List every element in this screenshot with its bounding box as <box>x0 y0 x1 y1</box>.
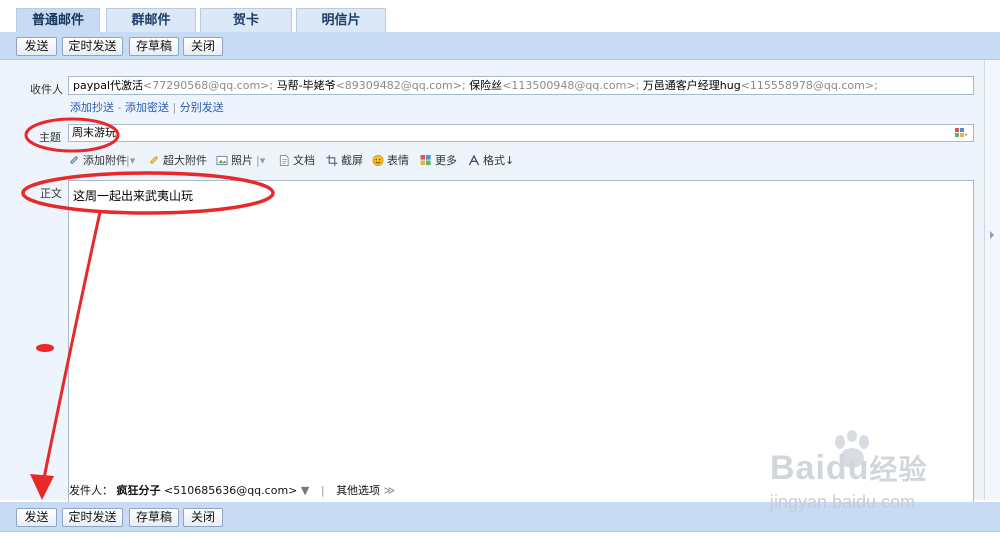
top-toolbar: 发送 定时发送 存草稿 关闭 <box>0 32 1000 60</box>
add-attachment-label: 添加附件 <box>83 154 127 167</box>
tab-group-mail[interactable]: 群邮件 <box>106 8 196 32</box>
photo-button[interactable]: 照片 <box>216 152 253 170</box>
more-button[interactable]: 更多 <box>420 152 457 170</box>
add-cc-link[interactable]: 添加抄送 <box>70 101 114 114</box>
screenshot-icon <box>326 155 338 166</box>
scheduled-send-button[interactable]: 定时发送 <box>62 508 123 527</box>
subject-label: 主题 <box>39 131 61 144</box>
body-text: 这周一起出来武夷山玩 <box>73 189 194 203</box>
recipient-email: <89309482@qq.com>; <box>335 79 466 92</box>
emoji-label: 表情 <box>387 154 409 167</box>
tab-normal-mail[interactable]: 普通邮件 <box>16 8 100 32</box>
recipient-name: 马帮-毕姥爷 <box>276 79 336 92</box>
sender-label: 发件人： <box>69 484 113 497</box>
recipients-label: 收件人 <box>30 83 63 96</box>
emoji-button[interactable]: 表情 <box>372 152 409 170</box>
recipient-email: <115558978@qq.com>; <box>740 79 878 92</box>
smiley-icon <box>372 155 384 166</box>
send-button[interactable]: 发送 <box>16 37 57 56</box>
right-sidebar <box>984 60 1000 500</box>
other-options-chevron-icon[interactable]: ≫ <box>384 484 396 497</box>
sender-email[interactable]: <510685636@qq.com> <box>164 484 297 497</box>
recipient-options: 添加抄送 - 添加密送 | 分别发送 <box>70 99 224 115</box>
big-attachment-icon <box>150 156 158 164</box>
document-label: 文档 <box>293 154 315 167</box>
attachment-dropdown[interactable]: |▾ <box>126 152 135 170</box>
format-button[interactable]: 格式↓ <box>468 152 514 170</box>
add-bcc-link[interactable]: 添加密送 <box>125 101 169 114</box>
screenshot-label: 截屏 <box>341 154 363 167</box>
tab-greeting-card[interactable]: 贺卡 <box>200 8 292 32</box>
tab-postcard[interactable]: 明信片 <box>296 8 386 32</box>
bottom-toolbar: 发送 定时发送 存草稿 关闭 <box>0 502 1000 532</box>
recipient-name: paypal代激活 <box>73 79 144 92</box>
body-label: 正文 <box>40 187 62 200</box>
scheduled-send-button[interactable]: 定时发送 <box>62 37 123 56</box>
subject-input[interactable]: 周末游玩 <box>68 124 974 142</box>
sender-separator: | <box>320 484 325 497</box>
more-label: 更多 <box>435 154 457 167</box>
screenshot-button[interactable]: 截屏 <box>326 152 363 170</box>
grid-icon <box>420 155 431 166</box>
collapse-arrow-icon[interactable] <box>988 230 996 240</box>
format-label: 格式↓ <box>483 154 515 167</box>
photo-label: 照片 <box>231 154 253 167</box>
stationery-icon[interactable] <box>955 128 967 138</box>
subject-value: 周末游玩 <box>72 126 116 139</box>
paperclip-icon <box>70 156 78 164</box>
separate-send-link[interactable]: 分别发送 <box>180 101 224 114</box>
sender-dropdown-icon[interactable]: ▼ <box>301 484 309 497</box>
close-button[interactable]: 关闭 <box>183 37 223 56</box>
recipient-email: <77290568@qq.com>; <box>143 79 274 92</box>
recipient-name: 保险丝 <box>469 79 503 92</box>
link-separator: | <box>172 101 177 114</box>
photo-icon <box>216 155 228 166</box>
recipient-name: 万邑通客户经理hug <box>642 79 741 92</box>
send-button[interactable]: 发送 <box>16 508 57 527</box>
photo-dropdown[interactable]: |▾ <box>256 152 265 170</box>
save-draft-button[interactable]: 存草稿 <box>129 37 179 56</box>
other-options-link[interactable]: 其他选项 <box>336 484 380 497</box>
big-attachment-button[interactable]: 超大附件 <box>148 152 207 170</box>
sender-row: 发件人： 疯狂分子 <510685636@qq.com> ▼ | 其他选项 ≫ <box>69 482 395 498</box>
save-draft-button[interactable]: 存草稿 <box>129 508 179 527</box>
tab-bar: 普通邮件 群邮件 贺卡 明信片 <box>0 0 1000 32</box>
add-attachment-button[interactable]: 添加附件 <box>68 152 127 170</box>
document-icon <box>279 155 289 166</box>
recipients-input[interactable]: paypal代激活<77290568@qq.com>; 马帮-毕姥爷<89309… <box>68 76 974 95</box>
body-editor[interactable]: 这周一起出来武夷山玩 <box>68 180 974 532</box>
recipient-email: <113500948@qq.com>; <box>502 79 640 92</box>
close-button[interactable]: 关闭 <box>183 508 223 527</box>
link-dash: - <box>117 101 122 114</box>
compose-form: 收件人 paypal代激活<77290568@qq.com>; 马帮-毕姥爷<8… <box>0 60 990 532</box>
font-icon <box>468 155 480 166</box>
sender-name: 疯狂分子 <box>116 484 161 497</box>
big-attachment-label: 超大附件 <box>163 154 207 167</box>
document-button[interactable]: 文档 <box>278 152 315 170</box>
